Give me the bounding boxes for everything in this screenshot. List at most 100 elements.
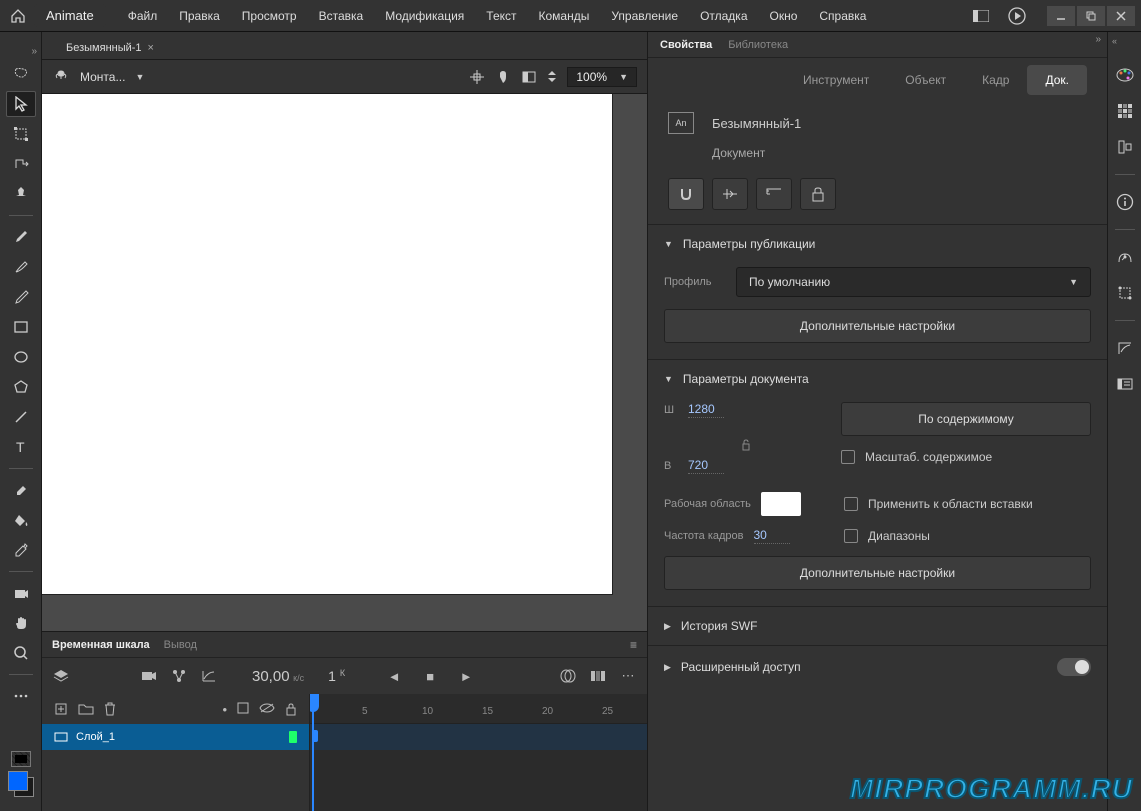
stroke-swatch[interactable] (11, 751, 31, 767)
playhead[interactable] (312, 694, 314, 811)
play-icon[interactable] (1003, 4, 1031, 28)
tool-lasso[interactable] (6, 151, 36, 177)
tool-zoom[interactable] (6, 640, 36, 666)
document-tab[interactable]: Безымянный-1 × (56, 36, 164, 59)
add-folder-icon[interactable] (78, 703, 94, 715)
height-input[interactable]: 720 (688, 458, 724, 474)
publish-settings-button[interactable]: Дополнительные настройки (664, 309, 1091, 343)
layer-row[interactable]: Слой_1 (42, 724, 309, 750)
subtab-doc[interactable]: Док. (1027, 65, 1087, 95)
menu-debug[interactable]: Отладка (690, 3, 757, 29)
minimize-button[interactable] (1047, 6, 1075, 26)
tab-library[interactable]: Библиотека (728, 39, 788, 51)
tool-eyedropper[interactable] (6, 537, 36, 563)
canvas[interactable] (42, 94, 612, 594)
zoom-selector[interactable]: 100% ▼ (567, 67, 637, 87)
fps-display[interactable]: 30,00 к/с (252, 668, 304, 685)
section-header[interactable]: ▼ Параметры публикации (648, 225, 1107, 263)
menu-view[interactable]: Просмотр (232, 3, 307, 29)
section-header[interactable]: ▼ Параметры документа (648, 360, 1107, 398)
workspace-icon[interactable] (967, 4, 995, 28)
rotate-stage-icon[interactable] (495, 69, 511, 85)
home-icon[interactable] (6, 4, 30, 28)
tool-selection[interactable] (6, 91, 36, 117)
frame-span-icon[interactable] (589, 667, 607, 685)
profile-dropdown[interactable]: По умолчанию ▼ (736, 267, 1091, 297)
highlight-icon[interactable]: • (222, 702, 227, 717)
center-stage-icon[interactable] (469, 69, 485, 85)
tool-eraser[interactable] (6, 477, 36, 503)
menu-control[interactable]: Управление (601, 3, 688, 29)
frame-display[interactable]: 1К (328, 668, 345, 684)
guides-button[interactable] (712, 178, 748, 210)
expand-icon[interactable]: » (1095, 34, 1101, 45)
tool-line[interactable] (6, 404, 36, 430)
expand-icon[interactable]: » (31, 46, 41, 57)
history-panel-icon[interactable] (1114, 337, 1136, 359)
subtab-frame[interactable]: Кадр (964, 65, 1027, 95)
tool-lasso-free[interactable] (6, 61, 36, 87)
close-button[interactable] (1107, 6, 1135, 26)
link-dims-icon[interactable] (671, 440, 821, 450)
ruler-button[interactable] (756, 178, 792, 210)
tool-free-transform[interactable] (6, 121, 36, 147)
delete-layer-icon[interactable] (104, 702, 116, 716)
graph-icon[interactable] (200, 667, 218, 685)
tab-output[interactable]: Вывод (164, 639, 197, 651)
menu-commands[interactable]: Команды (529, 3, 600, 29)
menu-window[interactable]: Окно (760, 3, 808, 29)
scene-icon[interactable] (52, 69, 70, 85)
close-icon[interactable]: × (148, 42, 154, 54)
tool-pin[interactable] (6, 181, 36, 207)
menu-file[interactable]: Файл (118, 3, 168, 29)
components-panel-icon[interactable] (1114, 373, 1136, 395)
menu-insert[interactable]: Вставка (309, 3, 374, 29)
lock-icon[interactable] (285, 702, 297, 717)
accessibility-toggle[interactable] (1057, 658, 1091, 676)
section-header[interactable]: ▶ История SWF (648, 607, 1107, 645)
ranges-checkbox[interactable] (844, 529, 858, 543)
color-panel-icon[interactable] (1114, 64, 1136, 86)
fit-stage-icon[interactable] (547, 71, 557, 82)
tool-hand[interactable] (6, 610, 36, 636)
tab-properties[interactable]: Свойства (660, 39, 712, 51)
info-panel-icon[interactable] (1114, 191, 1136, 213)
clip-stage-icon[interactable] (521, 70, 537, 84)
doc-settings-button[interactable]: Дополнительные настройки (664, 556, 1091, 590)
chevron-down-icon[interactable]: ▼ (135, 72, 144, 82)
menu-help[interactable]: Справка (809, 3, 876, 29)
stage-area[interactable] (42, 94, 647, 631)
lock-button[interactable] (800, 178, 836, 210)
layers-icon[interactable] (52, 667, 70, 685)
width-input[interactable]: 1280 (688, 402, 724, 418)
outline-icon[interactable] (237, 702, 249, 717)
tool-more[interactable] (6, 683, 36, 709)
menu-edit[interactable]: Правка (169, 3, 230, 29)
timeline-menu-icon[interactable]: ⋯ (619, 667, 637, 685)
apply-paste-checkbox[interactable] (844, 497, 858, 511)
scale-content-checkbox[interactable] (841, 450, 855, 464)
prev-frame-icon[interactable]: ◄ (385, 667, 403, 685)
fps-input[interactable]: 30 (754, 528, 790, 544)
snap-button[interactable] (668, 178, 704, 210)
align-panel-icon[interactable] (1114, 136, 1136, 158)
tool-paint-brush[interactable] (6, 254, 36, 280)
tool-camera[interactable] (6, 580, 36, 606)
maximize-button[interactable] (1077, 6, 1105, 26)
section-header[interactable]: ▶ Расширенный доступ (648, 646, 1107, 688)
fill-swatch-front[interactable] (8, 771, 28, 791)
menu-text[interactable]: Текст (476, 3, 526, 29)
visibility-icon[interactable] (259, 702, 275, 717)
tool-text[interactable]: T (6, 434, 36, 460)
timeline-track[interactable] (310, 724, 647, 750)
next-frame-icon[interactable]: ► (457, 667, 475, 685)
subtab-tool[interactable]: Инструмент (785, 65, 887, 95)
tool-ellipse[interactable] (6, 344, 36, 370)
tool-brush[interactable] (6, 224, 36, 250)
expand-icon[interactable]: « (1108, 36, 1117, 46)
tool-polygon[interactable] (6, 374, 36, 400)
panel-menu-icon[interactable]: ≡ (630, 638, 637, 652)
tool-pen[interactable] (6, 284, 36, 310)
tool-paint-bucket[interactable] (6, 507, 36, 533)
tool-rectangle[interactable] (6, 314, 36, 340)
